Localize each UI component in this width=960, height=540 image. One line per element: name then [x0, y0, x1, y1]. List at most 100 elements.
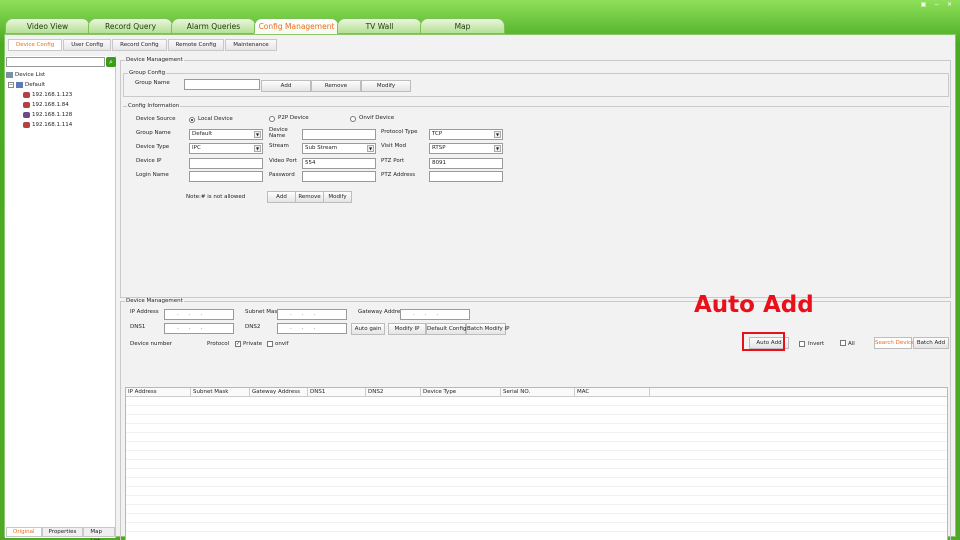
p2p-device-radio[interactable]	[269, 116, 275, 122]
tree-device-label: 192.168.1.128	[32, 112, 73, 118]
auto-add-annotation: Auto Add	[694, 292, 814, 318]
subtab-maintenance[interactable]: Maintenance	[225, 39, 277, 51]
device-search-input[interactable]	[6, 57, 105, 67]
ptz-address-input[interactable]	[429, 171, 503, 182]
config-modify-button[interactable]: Modify	[323, 191, 352, 203]
window-controls: ▣ − ✕	[919, 1, 954, 8]
tab-config-management[interactable]: Config Management	[254, 18, 339, 34]
gateway-address-input[interactable]: ...	[400, 309, 470, 320]
tree-device[interactable]: 192.168.1.84	[6, 100, 72, 110]
stream-select[interactable]: Sub Stream ▼	[302, 143, 376, 154]
tree-device[interactable]: 192.168.1.128	[6, 110, 72, 120]
chevron-down-icon: ▼	[254, 131, 261, 138]
tab-map[interactable]: Map	[420, 18, 505, 34]
column-header[interactable]: DNS1	[308, 388, 366, 396]
tab-record-query[interactable]: Record Query	[88, 18, 173, 34]
default-config-button[interactable]: Default Config	[426, 323, 467, 335]
camera-icon	[23, 122, 30, 128]
left-bottom-tabs: Original Properties Map List	[6, 527, 115, 540]
collapse-icon[interactable]: −	[8, 82, 14, 88]
subtab-user-config[interactable]: User Config	[63, 39, 112, 51]
table-row	[126, 442, 947, 451]
tree-device[interactable]: 192.168.1.114	[6, 120, 72, 130]
column-header[interactable]: DNS2	[366, 388, 421, 396]
subtab-record-config[interactable]: Record Config	[112, 39, 167, 51]
tree-root[interactable]: Device List	[6, 70, 72, 80]
protocol-type-select[interactable]: TCP ▼	[429, 129, 503, 140]
device-type-value: IPC	[192, 145, 201, 151]
video-port-input[interactable]: 554	[302, 158, 376, 169]
login-name-input[interactable]	[189, 171, 263, 182]
config-add-button[interactable]: Add	[267, 191, 296, 203]
login-name-label: Login Name	[136, 172, 169, 178]
visit-mod-select[interactable]: RTSP ▼	[429, 143, 503, 154]
ptz-address-label: PTZ Address	[381, 172, 416, 178]
tab-map-list[interactable]: Map List	[83, 527, 115, 540]
device-results-table[interactable]: IP Address Subnet Mask Gateway Address D…	[125, 387, 948, 540]
column-header[interactable]: Device Type	[421, 388, 501, 396]
onvif-device-radio[interactable]	[350, 116, 356, 122]
auto-gain-button[interactable]: Auto gain	[351, 323, 385, 335]
close-icon[interactable]: ✕	[945, 1, 954, 8]
local-device-radio[interactable]	[189, 117, 195, 123]
column-header[interactable]: Subnet Mask	[191, 388, 250, 396]
all-checkbox[interactable]	[840, 340, 846, 346]
ptz-port-input[interactable]: 8091	[429, 158, 503, 169]
tab-original[interactable]: Original	[6, 527, 42, 537]
camera-icon	[23, 112, 30, 118]
minimize-icon[interactable]: −	[932, 1, 941, 8]
private-checkbox[interactable]: ✓	[235, 341, 241, 347]
table-row	[126, 496, 947, 505]
tab-properties[interactable]: Properties	[41, 527, 84, 537]
subtab-remote-config[interactable]: Remote Config	[167, 39, 225, 51]
group-name-input[interactable]	[184, 79, 260, 90]
ip-address-input[interactable]: ...	[164, 309, 234, 320]
p2p-device-label: P2P Device	[278, 115, 309, 121]
tree-group[interactable]: − Default	[6, 80, 72, 90]
column-header[interactable]: IP Address	[126, 388, 191, 396]
tree-group-label: Default	[25, 82, 46, 88]
column-header[interactable]: Gateway Address	[250, 388, 308, 396]
group-remove-button[interactable]: Remove	[311, 80, 361, 92]
batch-add-button[interactable]: Batch Add	[913, 337, 949, 349]
tab-video-view[interactable]: Video View	[5, 18, 90, 34]
tree-root-label: Device List	[15, 72, 46, 78]
modify-ip-button[interactable]: Modify IP	[388, 323, 426, 335]
search-icon[interactable]: ⌕	[106, 57, 116, 67]
tree-device[interactable]: 192.168.1.123	[6, 90, 72, 100]
device-tree-panel: ⌕ Device List − Default 192.168.1.123 19…	[5, 56, 116, 540]
table-row	[126, 424, 947, 433]
camera-icon	[23, 102, 30, 108]
device-name-input[interactable]	[302, 129, 376, 140]
tree-device-label: 192.168.1.84	[32, 102, 69, 108]
group-name-label: Group Name	[136, 130, 171, 136]
restore-icon[interactable]: ▣	[919, 1, 928, 8]
protocol-type-value: TCP	[432, 131, 443, 137]
config-remove-button[interactable]: Remove	[295, 191, 324, 203]
column-header[interactable]: MAC	[575, 388, 650, 396]
batch-modify-ip-button[interactable]: Batch Modify IP	[466, 323, 509, 335]
group-modify-button[interactable]: Modify	[361, 80, 411, 92]
camera-icon	[23, 92, 30, 98]
dns2-input[interactable]: ...	[277, 323, 347, 334]
search-device-button[interactable]: Search Device	[874, 337, 914, 349]
password-input[interactable]	[302, 171, 376, 182]
group-name-select[interactable]: Default ▼	[189, 129, 263, 140]
invert-checkbox[interactable]	[799, 341, 805, 347]
tab-tv-wall[interactable]: TV Wall	[337, 18, 422, 34]
onvif-checkbox[interactable]	[267, 341, 273, 347]
tree-device-label: 192.168.1.114	[32, 122, 73, 128]
video-port-label: Video Port	[269, 158, 298, 164]
device-ip-input[interactable]	[189, 158, 263, 169]
subtab-device-config[interactable]: Device Config	[8, 39, 63, 51]
column-header[interactable]: Serial NO.	[501, 388, 575, 396]
group-add-button[interactable]: Add	[261, 80, 311, 92]
table-row	[126, 415, 947, 424]
dns1-input[interactable]: ...	[164, 323, 234, 334]
chevron-down-icon: ▼	[494, 145, 501, 152]
device-list-icon	[6, 72, 13, 78]
device-type-select[interactable]: IPC ▼	[189, 143, 263, 154]
table-row	[126, 514, 947, 523]
tab-alarm-queries[interactable]: Alarm Queries	[171, 18, 256, 34]
subnet-mask-input[interactable]: ...	[277, 309, 347, 320]
